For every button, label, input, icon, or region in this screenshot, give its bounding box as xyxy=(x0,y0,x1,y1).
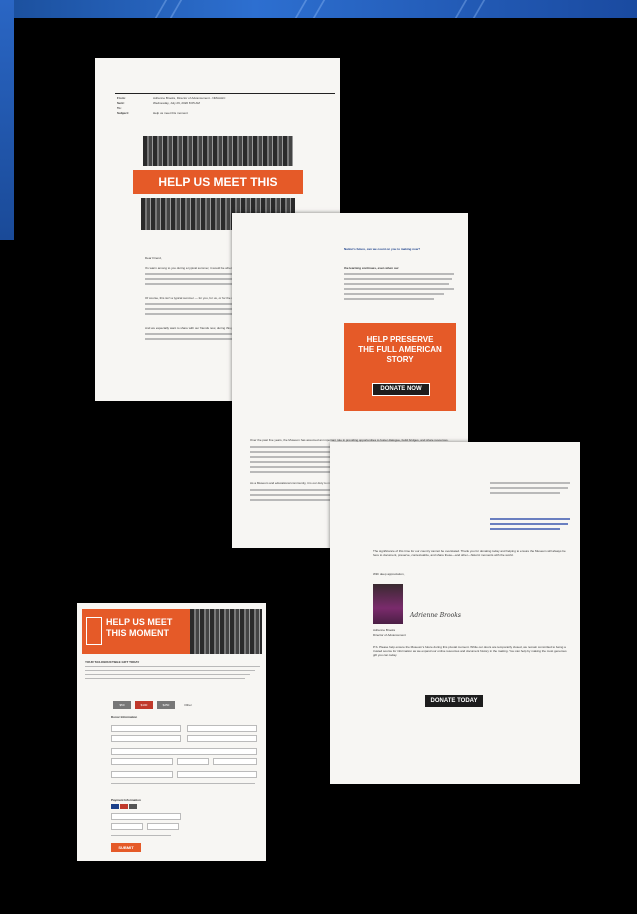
section-payment-info: Payment Information xyxy=(111,798,141,802)
expiry-field[interactable] xyxy=(111,823,143,830)
country-field[interactable] xyxy=(111,771,173,778)
cvv-field[interactable] xyxy=(147,823,179,830)
city-field[interactable] xyxy=(111,758,173,765)
submit-button[interactable]: SUBMIT xyxy=(111,843,141,852)
last-name-field[interactable] xyxy=(187,725,257,732)
donate-now-button[interactable]: DONATE NOW xyxy=(372,383,430,396)
banner-title: HELP US MEET THIS MOMENT xyxy=(133,170,303,213)
author-photo xyxy=(373,584,403,624)
author-name: Adrienne Brooks xyxy=(373,628,396,632)
form-banner-photo xyxy=(190,609,262,654)
header-value-subject: Help us meet this moment xyxy=(153,111,188,115)
letter-ps: P.S. Please help ensure the Museum's fut… xyxy=(373,645,567,657)
preserve-box: HELP PRESERVE THE FULL AMERICAN STORY DO… xyxy=(344,323,456,411)
museum-logo xyxy=(86,617,102,645)
amount-option[interactable]: $50 xyxy=(113,701,131,709)
preserve-box-title: HELP PRESERVE THE FULL AMERICAN STORY xyxy=(358,335,442,364)
card-icons xyxy=(111,804,137,809)
header-label-subject: Subject: xyxy=(117,111,129,115)
author-title: Director of Advancement xyxy=(373,633,406,637)
appeal-question: Nation's future, can we count on you to … xyxy=(344,247,421,251)
header-label-to: To: xyxy=(117,106,122,110)
banner-photo-top xyxy=(143,136,293,166)
section-donor-info: Donor Information xyxy=(111,715,138,719)
first-name-field[interactable] xyxy=(111,725,181,732)
form-banner-title: HELP US MEET THIS MOMENT xyxy=(106,617,173,638)
form-header: HELP US MEET THIS MOMENT xyxy=(82,609,262,654)
employer-field[interactable] xyxy=(177,771,257,778)
header-label-from: From: xyxy=(117,96,126,100)
donate-today-button[interactable]: DONATE TODAY xyxy=(425,695,483,707)
header-value-sent: Wednesday, July 29, 2020 8:05 AM xyxy=(153,101,200,105)
letter-closing: With deep appreciation, xyxy=(373,572,405,576)
letter-paragraph: The significance of this time for our co… xyxy=(373,549,566,557)
zip-field[interactable] xyxy=(213,758,257,765)
phone-field[interactable] xyxy=(187,735,257,742)
amount-option[interactable]: $250 xyxy=(157,701,175,709)
header-label-sent: Sent: xyxy=(117,101,125,105)
header-value-from: Adrienne Brooks, Director of Advancement… xyxy=(153,96,226,100)
amount-option[interactable]: Other xyxy=(181,701,195,709)
address-field[interactable] xyxy=(111,748,257,755)
state-field[interactable] xyxy=(177,758,209,765)
donation-form-page: HELP US MEET THIS MOMENT YOUR TAX-DEDUCT… xyxy=(77,603,266,861)
signature: Adrienne Brooks xyxy=(410,612,461,619)
amount-option[interactable]: $100 xyxy=(135,701,153,709)
email-field[interactable] xyxy=(111,735,181,742)
letter-page: The significance of this time for our co… xyxy=(330,442,580,784)
appeal-bold-intro: the learning continues, even when our xyxy=(344,266,399,270)
email-greeting: Dear Friend, xyxy=(145,256,162,260)
card-number-field[interactable] xyxy=(111,813,181,820)
form-heading: YOUR TAX-DEDUCTIBLE GIFT TODAY xyxy=(85,660,140,664)
